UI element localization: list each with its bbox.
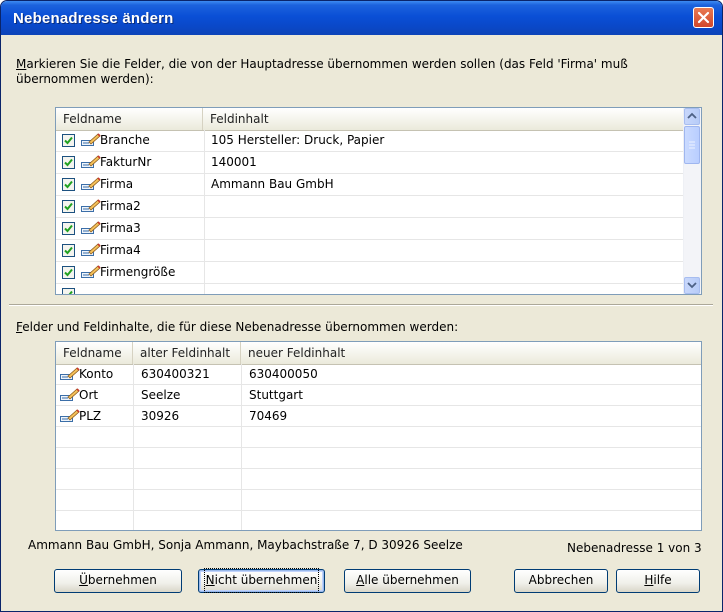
checkmark-icon: [64, 158, 73, 167]
field-edit-icon: [81, 133, 101, 146]
list-item[interactable]: Branche 105 Hersteller: Druck, Papier: [56, 130, 683, 152]
new-value: 630400050: [249, 367, 318, 381]
checkbox[interactable]: [62, 266, 75, 279]
checkmark-icon: [64, 136, 73, 145]
field-edit-icon: [60, 367, 80, 380]
checkmark-icon: [64, 246, 73, 255]
field-edit-icon: [81, 243, 101, 256]
checkbox[interactable]: [62, 222, 75, 235]
checkbox[interactable]: [62, 156, 75, 169]
field-value: Ammann Bau GmbH: [211, 177, 334, 191]
field-edit-icon: [81, 155, 101, 168]
column-header-alter-feldinhalt[interactable]: alter Feldinhalt: [133, 342, 241, 364]
scroll-down-button[interactable]: [684, 277, 700, 294]
field-edit-icon: [81, 221, 101, 234]
field-edit-icon: [60, 409, 80, 422]
field-name: FakturNr: [100, 155, 152, 169]
checkmark-icon: [64, 268, 73, 277]
field-value: 105 Hersteller: Druck, Papier: [211, 133, 385, 147]
checkbox[interactable]: [62, 288, 75, 294]
old-value: Seelze: [141, 388, 181, 402]
new-value: Stuttgart: [249, 388, 303, 402]
field-name: Firmengröße: [100, 265, 176, 279]
column-header-neuer-feldinhalt[interactable]: neuer Feldinhalt: [241, 342, 701, 364]
empty-row: [56, 511, 701, 530]
window-title: Nebenadresse ändern: [13, 10, 174, 27]
scroll-up-button[interactable]: [684, 108, 700, 125]
list-item[interactable]: PLZ 30926 70469: [56, 406, 701, 427]
list-item[interactable]: Firma2: [56, 196, 683, 218]
checkbox[interactable]: [62, 244, 75, 257]
close-button[interactable]: [693, 7, 714, 28]
checkbox[interactable]: [62, 200, 75, 213]
field-value: [206, 240, 676, 261]
field-value: [206, 196, 676, 217]
applied-fields-label: Felder und Feldinhalte, die für diese Ne…: [16, 320, 459, 334]
field-selection-list[interactable]: Feldname Feldinhalt Branche 105 Herstelle…: [55, 107, 702, 295]
list-item[interactable]: Firmengröße: [56, 262, 683, 284]
field-value: 140001: [211, 155, 257, 169]
field-name: PLZ: [79, 409, 102, 423]
list-item[interactable]: Ort Seelze Stuttgart: [56, 385, 701, 406]
old-value: 30926: [141, 409, 180, 423]
hilfe-button[interactable]: Hilfe: [616, 569, 700, 593]
list-item[interactable]: Konto 630400321 630400050: [56, 364, 701, 385]
column-header-feldname[interactable]: Feldname: [56, 342, 133, 364]
old-value: 630400321: [141, 367, 210, 381]
list-header: Feldname alter Feldinhalt neuer Feldinha…: [56, 342, 701, 365]
field-name: Firma: [100, 177, 134, 191]
close-icon: [697, 11, 710, 24]
applied-fields-list[interactable]: Feldname alter Feldinhalt neuer Feldinha…: [55, 341, 702, 531]
checkmark-icon: [64, 202, 73, 211]
empty-row: [56, 469, 701, 490]
column-header-feldinhalt[interactable]: Feldinhalt: [203, 108, 683, 130]
field-edit-icon: [60, 388, 80, 401]
arrow-down-icon: [687, 282, 697, 289]
checkbox[interactable]: [62, 134, 75, 147]
list-item[interactable]: FakturNr 140001: [56, 152, 683, 174]
instruction-text: Markieren Sie die Felder, die von der Ha…: [16, 57, 628, 86]
list-item[interactable]: Firma Ammann Bau GmbH: [56, 174, 683, 196]
checkmark-icon: [64, 180, 73, 189]
alle-uebernehmen-button[interactable]: Alle übernehmen: [344, 569, 471, 593]
field-edit-icon: [81, 265, 101, 278]
field-edit-icon: [81, 199, 101, 212]
address-counter: Nebenadresse 1 von 3: [567, 541, 702, 555]
field-name: Ort: [79, 388, 99, 402]
scroll-thumb[interactable]: [684, 126, 700, 164]
list-item[interactable]: Firma4: [56, 240, 683, 262]
field-name: Branche: [100, 133, 150, 147]
field-name: Firma3: [100, 221, 141, 235]
field-name: Konto: [79, 367, 114, 381]
separator: [9, 304, 713, 306]
list-header: Feldname Feldinhalt: [56, 108, 683, 131]
dialog-window: Nebenadresse ändern Markieren Sie die Fe…: [0, 0, 723, 612]
abbrechen-button[interactable]: Abbrechen: [514, 569, 608, 593]
field-value: [206, 218, 676, 239]
arrow-up-icon: [687, 112, 697, 119]
list-item[interactable]: Firma3: [56, 218, 683, 240]
field-value: [206, 262, 676, 283]
checkmark-icon: [64, 224, 73, 233]
checkbox[interactable]: [62, 178, 75, 191]
empty-row: [56, 427, 701, 448]
title-bar[interactable]: Nebenadresse ändern: [1, 1, 722, 35]
empty-row: [56, 490, 701, 511]
uebernehmen-button[interactable]: Übernehmen: [54, 569, 182, 593]
vertical-scrollbar[interactable]: [683, 108, 701, 294]
list-item-partial[interactable]: [56, 284, 683, 294]
address-summary: Ammann Bau GmbH, Sonja Ammann, Maybachst…: [28, 538, 463, 552]
new-value: 70469: [249, 409, 288, 423]
empty-row: [56, 448, 701, 469]
column-header-feldname[interactable]: Feldname: [56, 108, 203, 130]
nicht-uebernehmen-button[interactable]: Nicht übernehmen: [198, 568, 325, 593]
field-name: Firma4: [100, 243, 141, 257]
field-edit-icon: [81, 177, 101, 190]
field-name: Firma2: [100, 199, 141, 213]
